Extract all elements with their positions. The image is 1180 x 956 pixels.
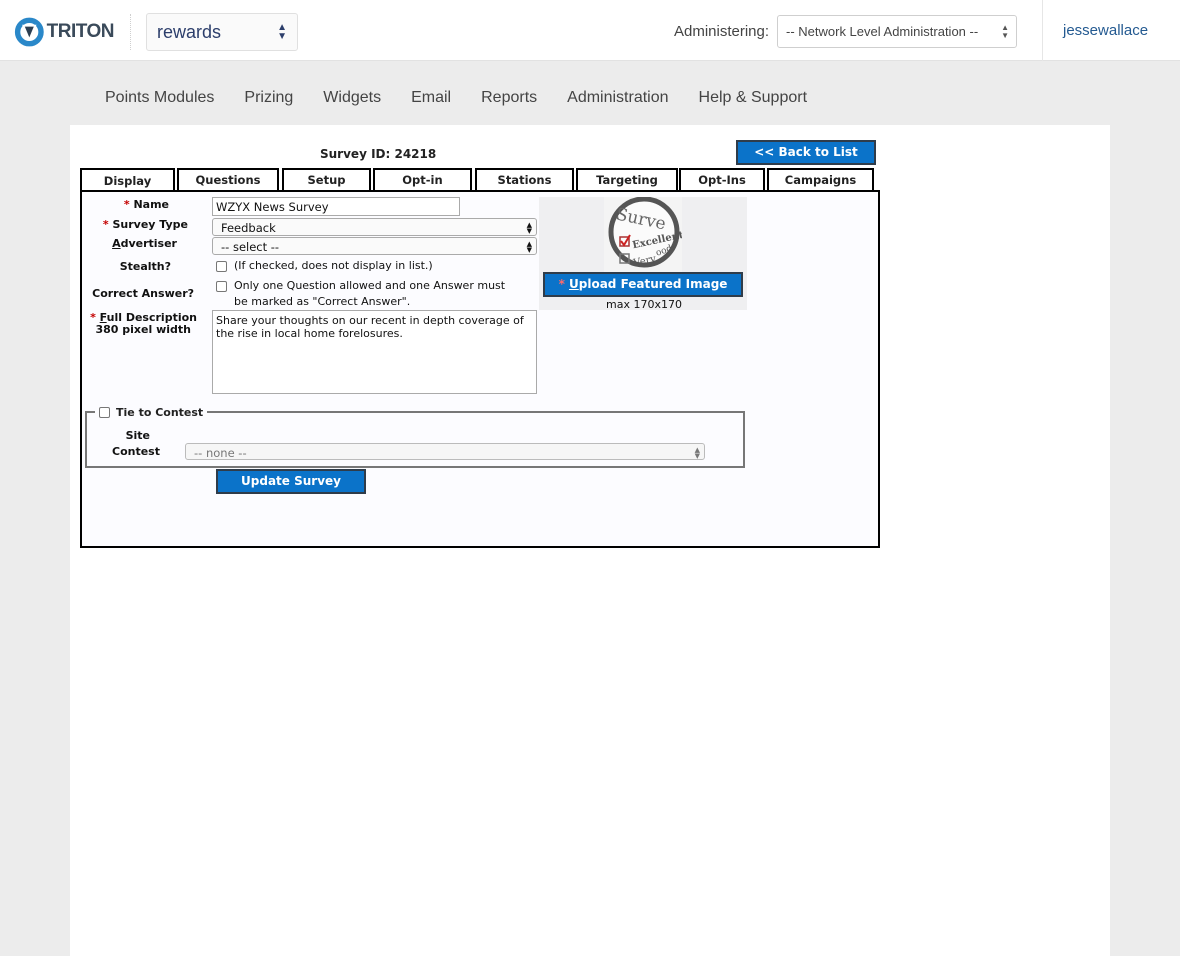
- correct-answer-note-2: be marked as "Correct Answer".: [234, 295, 411, 308]
- stealth-label: Stealth?: [119, 260, 171, 273]
- select-arrows-icon: ▲ ▼: [526, 221, 532, 235]
- upload-featured-image-button[interactable]: * Upload Featured Image: [543, 272, 743, 297]
- main-nav: Points Modules Prizing Widgets Email Rep…: [105, 89, 837, 111]
- nav-prizing[interactable]: Prizing: [244, 89, 293, 111]
- stealth-checkbox[interactable]: [216, 261, 227, 272]
- survey-type-value: Feedback: [221, 221, 276, 235]
- name-input[interactable]: WZYX News Survey: [212, 197, 460, 216]
- advertiser-label: Advertiser: [112, 237, 177, 250]
- triton-logo[interactable]: TRITON: [14, 14, 115, 50]
- tie-to-contest-legend: Tie to Contest: [95, 403, 208, 421]
- tab-questions[interactable]: Questions: [177, 168, 279, 191]
- logo-text: TRITON: [46, 21, 115, 42]
- tab-targeting[interactable]: Targeting: [576, 168, 678, 191]
- max-size-note: max 170x170: [606, 298, 682, 311]
- nav-help-support[interactable]: Help & Support: [699, 89, 808, 111]
- correct-answer-label: Correct Answer?: [92, 287, 194, 300]
- app-selector-value: rewards: [157, 22, 222, 42]
- triton-logo-icon: [14, 17, 44, 47]
- survey-id: Survey ID: 24218: [320, 147, 437, 161]
- nav-email[interactable]: Email: [411, 89, 451, 111]
- contest-value: -- none --: [194, 446, 247, 460]
- back-to-list-button[interactable]: << Back to List: [736, 140, 876, 165]
- tie-to-contest-checkbox[interactable]: [99, 406, 110, 418]
- full-description-width-label: 380 pixel width: [95, 323, 192, 336]
- select-arrows-icon: ▲ ▼: [694, 446, 700, 460]
- survey-magnifier-image: Surve Excellent Very ood: [604, 197, 682, 273]
- full-description-textarea[interactable]: Share your thoughts on our recent in dep…: [212, 310, 537, 394]
- tab-stations[interactable]: Stations: [475, 168, 574, 191]
- app-selector[interactable]: rewards ▲ ▼: [146, 13, 298, 51]
- top-bar: TRITON rewards ▲ ▼ Administering: -- Netw…: [0, 0, 1180, 61]
- featured-image-thumbnail: Surve Excellent Very ood: [604, 197, 682, 273]
- tab-opt-in-question[interactable]: Opt-in Question: [373, 168, 472, 208]
- correct-answer-note-1: Only one Question allowed and one Answer…: [234, 279, 506, 292]
- survey-type-select[interactable]: Feedback ▲ ▼: [212, 218, 537, 236]
- divider: [130, 14, 131, 50]
- contest-label: Contest: [112, 445, 160, 458]
- update-survey-button[interactable]: Update Survey: [216, 469, 366, 494]
- tie-to-contest-label: Tie to Contest: [116, 405, 204, 419]
- advertiser-select[interactable]: -- select -- ▲ ▼: [212, 237, 537, 255]
- contest-select[interactable]: -- none -- ▲ ▼: [185, 443, 705, 460]
- select-arrows-icon: ▲ ▼: [277, 22, 287, 42]
- survey-type-label: * Survey Type: [102, 218, 188, 231]
- tab-setup[interactable]: Setup: [282, 168, 371, 191]
- site-label: Site: [125, 429, 150, 442]
- administering-select[interactable]: -- Network Level Administration -- ▲ ▼: [777, 15, 1017, 48]
- administering-label: Administering:: [674, 23, 770, 40]
- user-menu-link[interactable]: jessewallace: [1063, 22, 1148, 39]
- nav-widgets[interactable]: Widgets: [323, 89, 381, 111]
- stealth-note: (If checked, does not display in list.): [234, 259, 433, 272]
- nav-points-modules[interactable]: Points Modules: [105, 89, 214, 111]
- user-area: jessewallace: [1042, 0, 1167, 61]
- tab-campaigns[interactable]: Campaigns: [767, 168, 874, 191]
- correct-answer-checkbox[interactable]: [216, 281, 227, 292]
- tab-opt-ins[interactable]: Opt-Ins: [679, 168, 765, 191]
- nav-administration[interactable]: Administration: [567, 89, 668, 111]
- select-arrows-icon: ▲ ▼: [526, 240, 532, 254]
- nav-reports[interactable]: Reports: [481, 89, 537, 111]
- name-label: * Name: [123, 198, 169, 211]
- advertiser-value: -- select --: [221, 240, 280, 254]
- select-arrows-icon: ▲ ▼: [1001, 23, 1009, 40]
- administering-value: -- Network Level Administration --: [786, 24, 979, 39]
